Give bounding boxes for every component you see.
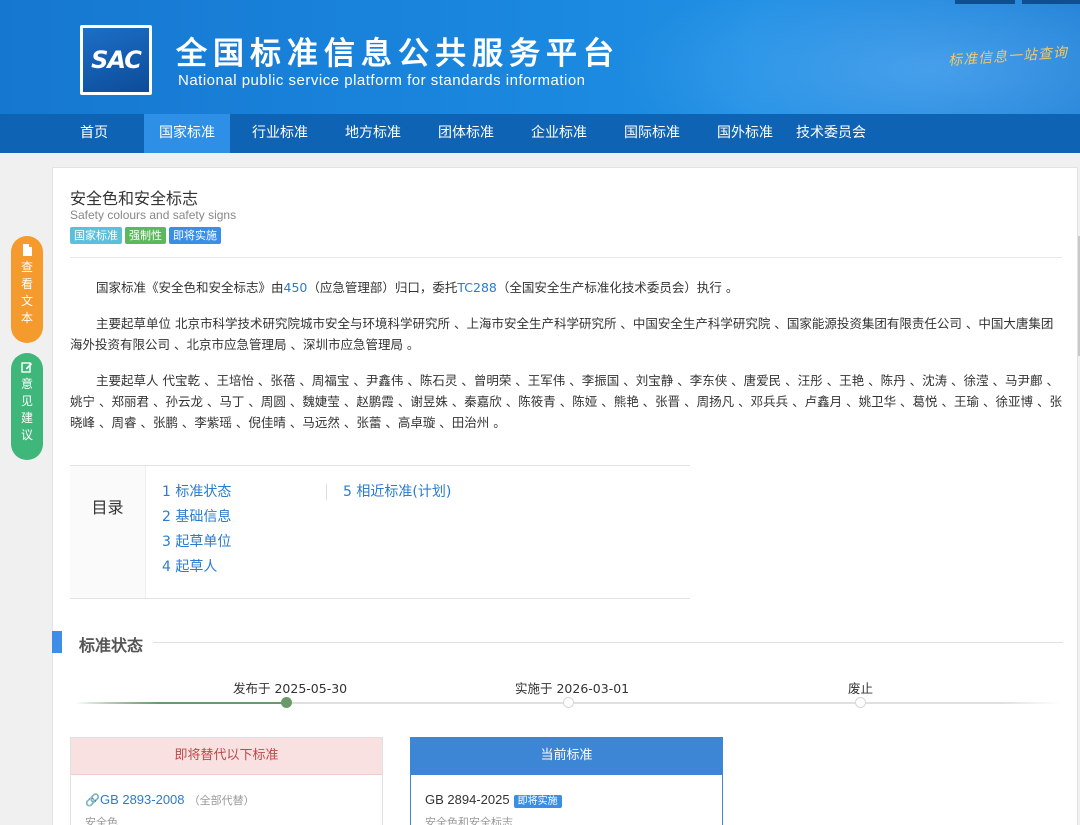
site-title-en: National public service platform for sta…: [178, 72, 586, 89]
replaced-standard-row: 🔗GB 2893-2008 （全部代替）: [85, 792, 255, 808]
toc-column-2: 5 相近标准(计划): [343, 480, 451, 505]
standard-subtitle-en: Safety colours and safety signs: [70, 208, 237, 222]
divider: [70, 257, 1062, 258]
edit-icon: [21, 362, 33, 373]
replaced-standard-card: 即将替代以下标准 🔗GB 2893-2008 （全部代替） 安全色: [70, 737, 383, 825]
committee-link[interactable]: TC288: [457, 280, 497, 295]
timeline-dot-effective: [563, 697, 574, 708]
feedback-char: 意: [20, 377, 33, 391]
top-link-2[interactable]: [1022, 0, 1080, 4]
ministry-link[interactable]: 450: [284, 280, 308, 295]
drafting-units-paragraph: 主要起草单位 北京市科学技术研究院城市安全与环境科学研究所 、上海市安全生产科学…: [70, 316, 1054, 352]
view-text-char: 看: [20, 277, 33, 291]
badge-national: 国家标准: [70, 227, 122, 244]
logo-text: SAC: [83, 28, 149, 92]
view-text-char: 本: [20, 311, 33, 325]
nav-enterprise-standards[interactable]: 企业标准: [516, 114, 602, 153]
sac-logo[interactable]: SAC: [80, 25, 152, 95]
feedback-char: 见: [20, 394, 33, 408]
site-title: 全国标准信息公共服务平台: [176, 36, 620, 72]
feedback-char: 议: [20, 428, 33, 442]
feedback-button[interactable]: 意 见 建 议: [11, 353, 43, 460]
timeline-dot-abolished: [855, 697, 866, 708]
current-standard-name: 安全色和安全标志: [425, 816, 513, 825]
toc-label: 目录: [70, 466, 146, 598]
view-text-char: 查: [20, 260, 33, 274]
nav-national-standards[interactable]: 国家标准: [144, 114, 230, 153]
timeline-label-published: 发布于 2025-05-30: [233, 681, 348, 696]
toc-separator: [326, 484, 327, 500]
section-title-status: 标准状态: [79, 636, 144, 655]
nav-tech-committee[interactable]: 技术委员会: [788, 114, 874, 153]
timeline-progress: [75, 702, 287, 704]
current-standard-card: 当前标准 GB 2894-2025 即将实施 安全色和安全标志: [410, 737, 723, 825]
current-standard-code: GB 2894-2025: [425, 792, 510, 807]
section-divider: [153, 642, 1063, 643]
badge-upcoming: 即将实施: [169, 227, 221, 244]
toc-item-related[interactable]: 5 相近标准(计划): [343, 480, 451, 505]
drafters-paragraph: 主要起草人 代宝乾 、王培怡 、张蓓 、周福宝 、尹鑫伟 、陈石灵 、曾明荣 、…: [70, 373, 1062, 430]
current-card-header: 当前标准: [411, 738, 722, 775]
site-header: SAC 全国标准信息公共服务平台 National public service…: [0, 0, 1080, 114]
toc-item-status[interactable]: 1 标准状态: [162, 480, 231, 505]
table-of-contents: 目录 1 标准状态 2 基础信息 3 起草单位 4 起草人 5 相近标准(计划): [70, 465, 690, 599]
ownership-paragraph: 国家标准《安全色和安全标志》由450（应急管理部）归口，委托TC288（全国安全…: [70, 277, 1064, 298]
current-standard-row: GB 2894-2025 即将实施: [425, 792, 562, 808]
standard-title: 安全色和安全标志: [70, 189, 199, 208]
section-accent-bar: [52, 631, 62, 653]
current-status-badge: 即将实施: [513, 795, 562, 808]
view-text-button[interactable]: 查 看 文 本: [11, 236, 43, 343]
toc-item-drafting-units[interactable]: 3 起草单位: [162, 530, 231, 555]
badge-mandatory: 强制性: [125, 227, 166, 244]
top-link-1[interactable]: [955, 0, 1015, 4]
standard-badges: 国家标准 强制性 即将实施: [70, 227, 221, 244]
replaced-card-header: 即将替代以下标准: [71, 738, 382, 775]
view-text-char: 文: [20, 294, 33, 308]
replaced-standard-link[interactable]: GB 2893-2008: [100, 792, 185, 807]
nav-international-standards[interactable]: 国际标准: [609, 114, 695, 153]
nav-home[interactable]: 首页: [68, 114, 120, 153]
standard-detail-panel: 安全色和安全标志 Safety colours and safety signs…: [52, 167, 1078, 825]
nav-foreign-standards[interactable]: 国外标准: [702, 114, 788, 153]
nav-industry-standards[interactable]: 行业标准: [237, 114, 323, 153]
replace-scope: （全部代替）: [188, 794, 255, 807]
link-icon: 🔗: [85, 793, 100, 807]
timeline-dot-published: [281, 697, 292, 708]
nav-group-standards[interactable]: 团体标准: [423, 114, 509, 153]
timeline-label-abolished: 废止: [848, 681, 874, 696]
toc-item-basic-info[interactable]: 2 基础信息: [162, 505, 231, 530]
timeline-label-effective: 实施于 2026-03-01: [515, 681, 630, 696]
ownership-mid: （应急管理部）归口，委托: [307, 280, 458, 295]
document-icon: [22, 244, 32, 256]
main-nav: 首页 国家标准 行业标准 地方标准 团体标准 企业标准 国际标准 国外标准 技术…: [0, 114, 1080, 153]
toc-item-drafters[interactable]: 4 起草人: [162, 555, 231, 580]
toc-column-1: 1 标准状态 2 基础信息 3 起草单位 4 起草人: [162, 480, 231, 580]
nav-local-standards[interactable]: 地方标准: [330, 114, 416, 153]
feedback-char: 建: [20, 411, 33, 425]
ownership-prefix: 国家标准《安全色和安全标志》由: [96, 280, 284, 295]
ownership-suffix: （全国安全生产标准化技术委员会）执行 。: [496, 280, 739, 295]
replaced-standard-name: 安全色: [85, 816, 118, 825]
